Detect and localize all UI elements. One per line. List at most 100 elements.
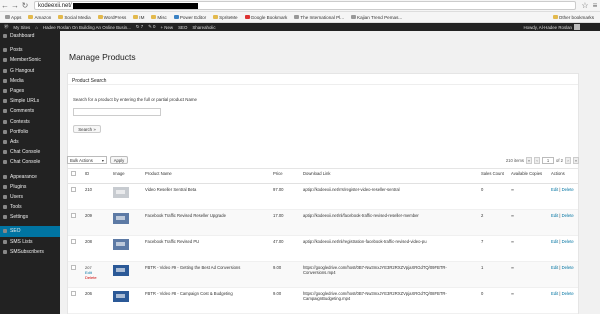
row-id: 208 <box>82 235 110 262</box>
sidebar-item-contests[interactable]: Contests <box>0 117 60 127</box>
sidebar-item-seo[interactable]: SEO <box>0 226 60 237</box>
delete-link[interactable]: Delete <box>562 265 574 270</box>
menu-icon[interactable]: ≡ <box>590 1 600 11</box>
row-checkbox[interactable] <box>71 290 76 296</box>
star-icon[interactable]: ☆ <box>580 1 590 11</box>
sidebar-item-appearance[interactable]: Appearance <box>0 171 60 181</box>
row-delete-link[interactable]: Delete <box>85 275 107 280</box>
sidebar-item-smsubscribers[interactable]: SMSubscribers <box>0 247 60 257</box>
row-checkbox[interactable] <box>71 238 76 244</box>
new-link[interactable]: + New <box>161 25 174 30</box>
comments-icon[interactable]: ✎ 0 <box>148 24 155 30</box>
row-checkbox[interactable] <box>71 212 76 218</box>
reload-icon[interactable]: ↻ <box>20 1 30 11</box>
first-page-button[interactable]: « <box>526 156 532 164</box>
sidebar-item-chat-console[interactable]: Chat Console <box>0 147 60 157</box>
pages-icon <box>3 89 7 94</box>
edit-link[interactable]: Edit <box>551 213 558 218</box>
table-row: 207 Edit Delete FBTR - Video #9 - Getting … <box>68 261 578 288</box>
apply-button[interactable]: Apply <box>110 156 128 164</box>
edit-link[interactable]: Edit <box>551 239 558 244</box>
row-name: Facebook Traffic Revised PU <box>142 235 270 262</box>
sidebar-item-tools[interactable]: Tools <box>0 202 60 212</box>
site-name-link[interactable]: Hadee Roslan On Building An Online Busin… <box>43 25 131 30</box>
search-input[interactable] <box>73 108 161 116</box>
sidebar-item-g-hangout[interactable]: G Hangout <box>0 66 60 76</box>
url-bar[interactable]: kodeexii.net/ <box>34 1 576 10</box>
bookmark-im[interactable]: IM <box>131 15 146 20</box>
sidebar-item-portfolio[interactable]: Portfolio <box>0 127 60 137</box>
sidebar-item-chat-console-2[interactable]: Chat Console <box>0 157 60 167</box>
bookmark-power-editor[interactable]: Power Editor <box>172 15 208 20</box>
delete-link[interactable]: Delete <box>562 213 574 218</box>
search-button[interactable]: Search » <box>73 125 101 133</box>
current-page-input[interactable]: 1 <box>542 156 554 164</box>
row-link: https://googledrive.com/host/0B7-Nw3mxJY… <box>300 287 478 314</box>
bookmarks-bar: Apps Amazon Social Media WordPress IM Mi… <box>0 12 600 23</box>
bookmark-amazon[interactable]: Amazon <box>26 15 53 20</box>
pin-icon <box>3 119 7 124</box>
chevron-down-icon: ▾ <box>101 157 104 163</box>
row-link: aptip://kodeexii.net/nl/registration-fac… <box>300 235 478 262</box>
sidebar-item-pages[interactable]: Pages <box>0 86 60 96</box>
table-row: 208 Facebook Traffic Revised PU 47.00 ap… <box>68 235 578 262</box>
dashboard-icon <box>3 34 7 39</box>
bookmark-social-media[interactable]: Social Media <box>56 15 92 20</box>
bookmark-google[interactable]: Google Bookmark <box>243 15 290 20</box>
bookmark-kajian[interactable]: Kajian Trend Pemas... <box>349 15 404 20</box>
row-checkbox[interactable] <box>71 186 76 192</box>
sidebar-item-sms-lists[interactable]: SMS Lists <box>0 237 60 247</box>
col-id[interactable]: ID <box>82 169 110 184</box>
next-page-button[interactable]: › <box>565 156 571 164</box>
sidebar-item-ads[interactable]: Ads <box>0 137 60 147</box>
shareaholic-link[interactable]: Shareaholic <box>192 25 215 30</box>
pin-icon <box>3 48 7 53</box>
sidebar-item-settings[interactable]: Settings <box>0 212 60 222</box>
table-row: 209 Facebook Traffic Revised Reseller Up… <box>68 209 578 236</box>
bookmark-international[interactable]: The International Pl... <box>292 15 346 20</box>
delete-link[interactable]: Delete <box>562 239 574 244</box>
bookmark-misc[interactable]: Misc <box>149 15 168 20</box>
prev-page-button[interactable]: ‹ <box>534 156 540 164</box>
bookmark-apps[interactable]: Apps <box>3 15 23 20</box>
other-bookmarks[interactable]: Other bookmarks <box>551 15 596 20</box>
back-icon[interactable]: ← <box>0 1 10 11</box>
bulk-actions-select[interactable]: Bulk Actions ▾ <box>67 156 107 164</box>
sidebar-item-comments[interactable]: Comments <box>0 106 60 116</box>
wordpress-logo-icon[interactable]: Ⓦ <box>4 24 8 30</box>
plugin-icon <box>3 58 7 63</box>
forward-icon[interactable]: → <box>10 1 20 11</box>
my-sites-link[interactable]: My Sites <box>13 25 30 30</box>
sidebar-item-simple-urls[interactable]: Simple URLs <box>0 96 60 106</box>
select-all-checkbox[interactable] <box>68 169 82 184</box>
updates-icon[interactable]: ↻ 7 <box>136 24 143 30</box>
last-page-button[interactable]: » <box>573 156 579 164</box>
row-checkbox[interactable] <box>71 264 76 270</box>
sidebar-item-membersonic[interactable]: MemberSonic <box>0 55 60 65</box>
url-text: kodeexii.net/ <box>38 2 72 9</box>
browser-toolbar: ← → ↻ kodeexii.net/ ☆ ≡ <box>0 0 600 12</box>
delete-link[interactable]: Delete <box>562 291 574 296</box>
howdy-user[interactable]: Howdy, Al-Hadee Roslan <box>524 24 580 30</box>
sidebar-item-dashboard[interactable]: Dashboard <box>0 31 60 41</box>
bookmark-wordpress[interactable]: WordPress <box>96 15 129 20</box>
delete-link[interactable]: Delete <box>562 187 574 192</box>
row-name: Facebook Traffic Revised Reseller Upgrad… <box>142 209 270 236</box>
sidebar-item-plugins[interactable]: Plugins <box>0 182 60 192</box>
folder-icon <box>151 15 157 19</box>
edit-link[interactable]: Edit <box>551 187 558 192</box>
edit-link[interactable]: Edit <box>551 265 558 270</box>
col-sales-count[interactable]: Sales Count <box>478 169 508 184</box>
col-product-name[interactable]: Product Name <box>142 169 270 184</box>
products-table-panel: ID Image Product Name Price Download Lin… <box>67 168 579 314</box>
wp-admin-bar: Ⓦ My Sites ⌂ Hadee Roslan On Building An… <box>0 23 600 31</box>
link-icon <box>3 99 7 104</box>
seo-link[interactable]: SEO <box>178 25 187 30</box>
row-copies: ∞ <box>508 235 548 262</box>
edit-link[interactable]: Edit <box>551 291 558 296</box>
col-price[interactable]: Price <box>270 169 300 184</box>
sidebar-item-media[interactable]: Media <box>0 76 60 86</box>
bookmark-spriteme[interactable]: SpriteMe <box>211 15 239 20</box>
sidebar-item-posts[interactable]: Posts <box>0 45 60 55</box>
sidebar-item-users[interactable]: Users <box>0 192 60 202</box>
